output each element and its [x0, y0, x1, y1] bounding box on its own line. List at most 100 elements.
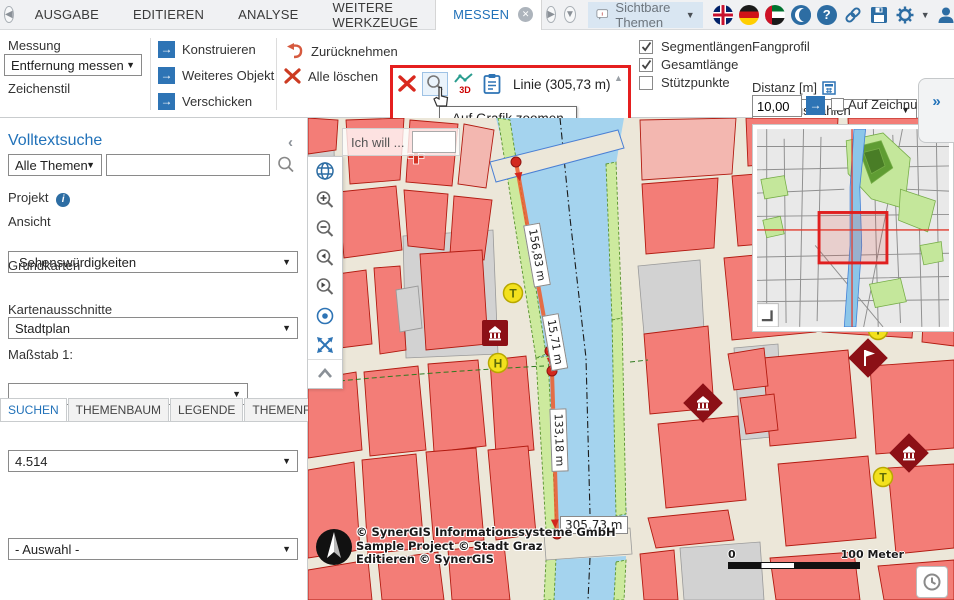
overview-map-image — [757, 129, 949, 327]
history-clock-button[interactable] — [916, 566, 948, 598]
collapse-sidebar-icon[interactable]: ‹ — [288, 134, 293, 151]
chevron-down-icon: ▼ — [282, 257, 291, 267]
close-tab-icon[interactable]: ✕ — [518, 7, 533, 22]
tab-legende[interactable]: LEGENDE — [170, 398, 243, 421]
total-length-checkbox[interactable]: Gesamtlänge — [639, 57, 738, 72]
vertices-checkbox[interactable]: Stützpunkte — [639, 75, 730, 90]
tab-scroll-left-icon[interactable]: ◀ — [4, 6, 14, 23]
vertices-label: Stützpunkte — [661, 75, 730, 90]
tab-suchen[interactable]: SUCHEN — [0, 398, 67, 421]
scale-select-value: 4.514 — [15, 454, 48, 469]
send-button[interactable]: → Verschicken — [158, 93, 252, 110]
fulltext-search-input[interactable] — [106, 154, 270, 176]
distance-input[interactable] — [752, 95, 802, 117]
undo-arrow-icon — [286, 43, 304, 59]
zoom-in-button[interactable] — [308, 186, 342, 215]
top-tab-bar: ◀ AUSGABE EDITIEREN ANALYSE WEITERE WERK… — [0, 0, 954, 30]
scale-bar: 0 100 Meter — [728, 548, 904, 569]
delete-all-button[interactable]: Alle löschen — [284, 68, 378, 84]
construct-button[interactable]: → Konstruieren — [158, 41, 256, 58]
visible-themes-dropdown[interactable]: i Sichtbare Themen ▼ — [588, 2, 703, 28]
tab-themenbaum[interactable]: THEMENBAUM — [68, 398, 169, 421]
measure-result-item[interactable]: Linie (305,73 m) — [513, 77, 611, 92]
scroll-up-icon[interactable]: ▲ — [614, 73, 623, 83]
language-arabic-icon[interactable] — [765, 5, 785, 25]
language-german-icon[interactable] — [739, 5, 759, 25]
report-clipboard-icon[interactable] — [482, 73, 502, 95]
measurement-select[interactable]: Entfernung messen ▼ — [4, 54, 142, 76]
basemaps-select-value: Stadtplan — [15, 321, 70, 336]
project-label: Projekt — [8, 190, 48, 205]
chevron-down-icon: ▼ — [686, 10, 695, 20]
tab-messen[interactable]: MESSEN ✕ — [435, 0, 542, 30]
tab-analyse[interactable]: ANALYSE — [221, 0, 315, 30]
selection-select[interactable]: - Auswahl - ▼ — [8, 538, 298, 560]
info-bubble-icon: i — [596, 5, 609, 24]
expand-toolbar-button[interactable]: » — [918, 78, 954, 143]
basemaps-select[interactable]: Stadtplan ▼ — [8, 317, 298, 339]
map-viewport[interactable]: T H T T 156,83 m 15,71 m 133,18 m 305,73… — [308, 118, 954, 600]
tab-label: ANALYSE — [238, 7, 298, 22]
checkbox-unchecked-icon — [639, 76, 653, 90]
language-english-icon[interactable] — [713, 5, 733, 25]
distance-row: Distanz [m] — [752, 80, 836, 95]
gear-icon[interactable] — [895, 5, 915, 25]
another-object-button[interactable]: → Weiteres Objekt — [158, 67, 274, 84]
collapse-tools-icon[interactable] — [308, 359, 342, 388]
measurement-label: Messung — [8, 38, 61, 53]
next-extent-button[interactable] — [308, 273, 342, 302]
save-icon[interactable] — [869, 5, 889, 25]
scale-select[interactable]: 4.514 ▼ — [8, 450, 298, 472]
scale-distance-label: 100 Meter — [841, 548, 904, 561]
chevron-down-icon: ▼ — [282, 323, 291, 333]
profile-3d-icon[interactable]: 3D — [453, 73, 477, 95]
sidebar: ‹ Volltextsuche Alle Themen ▼ Projekt i … — [0, 118, 308, 600]
ich-will-input[interactable] — [412, 131, 456, 153]
chevron-down-icon: ▼ — [86, 160, 95, 170]
tab-label: MESSEN — [453, 7, 509, 22]
fulltext-search-title: Volltextsuche — [8, 132, 102, 150]
overview-extent-rect[interactable] — [819, 212, 887, 262]
send-label: Verschicken — [182, 94, 252, 109]
user-icon[interactable] — [936, 5, 954, 25]
snap-profile-label: Fangprofil — [752, 39, 810, 54]
segment-lengths-checkbox[interactable]: Segmentlängen — [639, 39, 752, 54]
help-icon[interactable]: ? — [817, 5, 837, 25]
center-map-button[interactable] — [308, 301, 342, 330]
top-right-icons: ? ▼ ▼ — [713, 5, 954, 25]
gear-caret-icon[interactable]: ▼ — [921, 10, 930, 20]
info-icon[interactable]: i — [56, 193, 70, 207]
overview-map[interactable] — [752, 124, 954, 332]
calculator-icon[interactable] — [822, 81, 836, 95]
another-object-label: Weiteres Objekt — [182, 68, 274, 83]
blue-arrow-icon: → — [158, 41, 175, 58]
apply-distance-button[interactable]: → — [806, 96, 825, 115]
previous-extent-button[interactable] — [308, 244, 342, 273]
tab-weitere-werkzeuge[interactable]: WEITERE WERKZEUGE — [316, 0, 436, 30]
overview-collapse-icon[interactable] — [757, 304, 778, 327]
delete-graphic-icon[interactable] — [397, 75, 417, 93]
tram-stop-icon: T — [504, 284, 523, 303]
pan-expand-button[interactable] — [308, 330, 342, 359]
svg-text:H: H — [494, 357, 503, 371]
tab-list-icon[interactable]: ▼ — [564, 6, 576, 23]
chevron-down-icon: ▼ — [126, 60, 135, 70]
link-icon[interactable] — [843, 5, 863, 25]
expand-label: » — [932, 93, 940, 110]
tab-scroll-right-icon[interactable]: ▶ — [546, 6, 556, 23]
crescent-icon[interactable] — [791, 5, 811, 25]
copyright-line: Editieren © SynerGIS — [356, 553, 616, 567]
tab-ausgabe[interactable]: AUSGABE — [18, 0, 116, 30]
visible-themes-label: Sichtbare Themen — [615, 0, 678, 30]
undo-button[interactable]: Zurücknehmen — [286, 43, 398, 59]
search-icon[interactable] — [276, 155, 296, 175]
zoom-out-button[interactable] — [308, 215, 342, 244]
ich-will-search[interactable]: Ich will ... — [342, 128, 460, 156]
tab-editieren[interactable]: EDITIEREN — [116, 0, 221, 30]
map-copyright: © SynerGIS Informationssysteme GmbH Samp… — [356, 526, 616, 567]
full-extent-globe-button[interactable] — [308, 157, 342, 186]
snap-drawing-checkbox[interactable] — [831, 98, 844, 111]
themes-select[interactable]: Alle Themen ▼ — [8, 154, 102, 176]
svg-text:T: T — [879, 471, 887, 485]
copyright-line: © SynerGIS Informationssysteme GmbH — [356, 526, 616, 540]
